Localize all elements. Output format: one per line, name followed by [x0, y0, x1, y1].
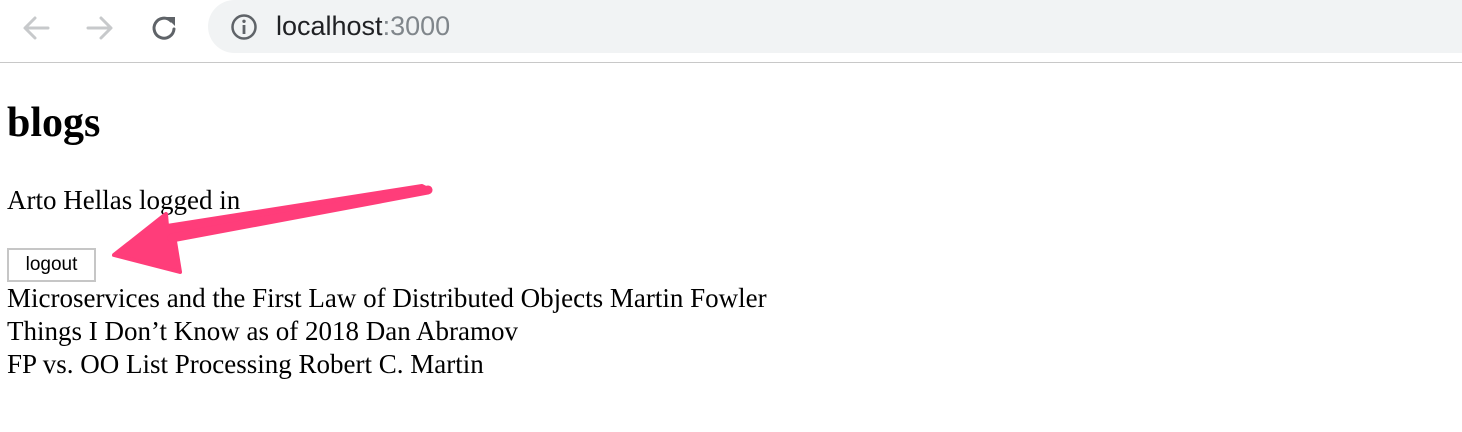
back-arrow-icon — [23, 16, 50, 40]
address-bar[interactable]: localhost:3000 — [208, 0, 1462, 53]
reload-icon — [152, 16, 176, 40]
info-icon[interactable] — [230, 13, 258, 41]
page-title: blogs — [7, 100, 101, 146]
logout-button[interactable]: logout — [7, 248, 96, 282]
logged-in-status: Arto Hellas logged in — [7, 185, 241, 215]
forward-button[interactable] — [82, 10, 118, 46]
url-text[interactable]: localhost:3000 — [276, 8, 450, 44]
browser-toolbar: localhost:3000 — [0, 0, 1462, 63]
url-port: :3000 — [382, 11, 451, 41]
back-button[interactable] — [18, 10, 54, 46]
url-host: localhost — [276, 11, 383, 41]
reload-button[interactable] — [146, 10, 182, 46]
blog-item[interactable]: Microservices and the First Law of Distr… — [7, 282, 767, 315]
blog-list: Microservices and the First Law of Distr… — [7, 282, 767, 381]
blog-item[interactable]: FP vs. OO List Processing Robert C. Mart… — [7, 348, 767, 381]
blog-item[interactable]: Things I Don’t Know as of 2018 Dan Abram… — [7, 315, 767, 348]
forward-arrow-icon — [86, 16, 113, 40]
